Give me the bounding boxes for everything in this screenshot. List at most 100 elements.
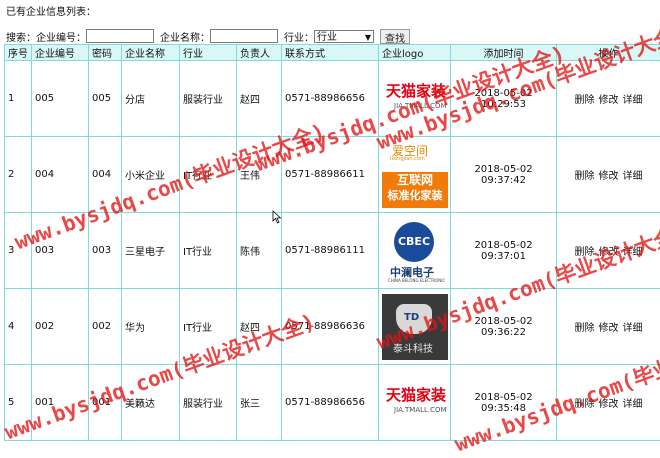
tmall-logo-text: 天猫家装 — [386, 80, 446, 101]
cell-date: 2018-05-02 — [454, 164, 553, 175]
cell-pwd: 003 — [89, 213, 122, 289]
industry-select-value: 行业 — [317, 32, 337, 43]
td-logo-text: 泰斗科技 — [393, 340, 433, 355]
edit-link[interactable]: 修改 — [599, 323, 619, 334]
company-table: 序号 企业编号 密码 企业名称 行业 负责人 联系方式 企业logo 添加时间 … — [4, 44, 660, 441]
cell-owner: 赵四 — [237, 289, 282, 365]
industry-select[interactable]: 行业 ▼ — [314, 30, 374, 43]
cell-date: 2018-05-02 — [454, 392, 553, 403]
search-button[interactable]: 查找 — [380, 29, 410, 44]
cell-phone: 0571-88986636 — [282, 289, 379, 365]
cell-clock: 09:36:22 — [454, 327, 553, 338]
header-idx: 序号 — [5, 45, 32, 61]
aikongjian-logo-line2: 标准化家装 — [382, 188, 448, 204]
cell-industry: IT行业 — [180, 137, 237, 213]
code-input[interactable] — [86, 29, 154, 43]
cell-ops: 删除修改详细 — [557, 137, 660, 213]
cell-ops: 删除修改详细 — [557, 365, 660, 441]
detail-link[interactable]: 详细 — [623, 247, 643, 258]
cell-idx: 2 — [5, 137, 32, 213]
cell-name: 三星电子 — [122, 213, 180, 289]
delete-link[interactable]: 删除 — [575, 247, 595, 258]
detail-link[interactable]: 详细 — [623, 171, 643, 182]
cell-idx: 3 — [5, 213, 32, 289]
detail-link[interactable]: 详细 — [623, 95, 643, 106]
cell-ops: 删除修改详细 — [557, 289, 660, 365]
table-row: 4 002 002 华为 IT行业 赵四 0571-88986636 TD 泰斗… — [5, 289, 660, 365]
cell-phone: 0571-88986111 — [282, 213, 379, 289]
cell-clock: 09:35:48 — [454, 403, 553, 414]
header-industry: 行业 — [180, 45, 237, 61]
cell-idx: 5 — [5, 365, 32, 441]
edit-link[interactable]: 修改 — [599, 171, 619, 182]
delete-link[interactable]: 删除 — [575, 399, 595, 410]
cell-ops: 删除修改详细 — [557, 61, 660, 137]
cell-code: 005 — [32, 61, 89, 137]
cell-code: 001 — [32, 365, 89, 441]
td-logo: TD 泰斗科技 — [382, 294, 448, 360]
cbec-logo: CBEC 中澜电子 CHINA BELONG ELECTRONIC — [382, 218, 448, 284]
cell-time: 2018-05-02 09:37:42 — [451, 137, 557, 213]
header-time: 添加时间 — [451, 45, 557, 61]
page-title: 已有企业信息列表： — [6, 6, 96, 20]
tmall-logo-text: 天猫家装 — [386, 384, 446, 405]
cell-ops: 删除修改详细 — [557, 213, 660, 289]
cell-idx: 4 — [5, 289, 32, 365]
header-code: 企业编号 — [32, 45, 89, 61]
aikongjian-logo-sub: ikongjian.com — [390, 156, 425, 162]
cell-phone: 0571-88986656 — [282, 365, 379, 441]
cell-clock: 10:29:53 — [454, 99, 553, 110]
cell-date: 2018-05-02 — [454, 316, 553, 327]
cell-idx: 1 — [5, 61, 32, 137]
cbec-logo-circle: CBEC — [394, 222, 434, 262]
cell-name: 华为 — [122, 289, 180, 365]
cell-pwd: 001 — [89, 365, 122, 441]
header-pwd: 密码 — [89, 45, 122, 61]
cell-pwd: 004 — [89, 137, 122, 213]
header-ops: 操作 — [557, 45, 660, 61]
td-logo-mark: TD — [404, 312, 419, 323]
cell-pwd: 002 — [89, 289, 122, 365]
delete-link[interactable]: 删除 — [575, 323, 595, 334]
delete-link[interactable]: 删除 — [575, 95, 595, 106]
cell-time: 2018-05-02 09:36:22 — [451, 289, 557, 365]
header-phone: 联系方式 — [282, 45, 379, 61]
cell-phone: 0571-88986656 — [282, 61, 379, 137]
edit-link[interactable]: 修改 — [599, 399, 619, 410]
aikongjian-logo: 爱空间 ikongjian.com 互联网 标准化家装 — [382, 142, 448, 208]
table-row: 1 005 005 分店 服装行业 赵四 0571-88986656 天猫家装 … — [5, 61, 660, 137]
detail-link[interactable]: 详细 — [623, 323, 643, 334]
detail-link[interactable]: 详细 — [623, 399, 643, 410]
search-label: 搜索： — [6, 29, 36, 44]
edit-link[interactable]: 修改 — [599, 95, 619, 106]
cell-owner: 张三 — [237, 365, 282, 441]
tmall-logo: 天猫家装 JIA.TMALL.COM — [382, 66, 448, 132]
aikongjian-logo-line1: 互联网 — [382, 172, 448, 188]
cbec-logo-en: CHINA BELONG ELECTRONIC — [388, 278, 445, 283]
cell-time: 2018-05-02 10:29:53 — [451, 61, 557, 137]
cell-name: 美籁达 — [122, 365, 180, 441]
name-input[interactable] — [210, 29, 278, 43]
delete-link[interactable]: 删除 — [575, 171, 595, 182]
cell-logo: CBEC 中澜电子 CHINA BELONG ELECTRONIC — [379, 213, 451, 289]
edit-link[interactable]: 修改 — [599, 247, 619, 258]
td-logo-emblem: TD — [396, 304, 432, 334]
cell-logo: TD 泰斗科技 — [379, 289, 451, 365]
table-row: 3 003 003 三星电子 IT行业 陈伟 0571-88986111 CBE… — [5, 213, 660, 289]
cell-code: 003 — [32, 213, 89, 289]
cell-logo: 爱空间 ikongjian.com 互联网 标准化家装 — [379, 137, 451, 213]
cell-code: 004 — [32, 137, 89, 213]
cell-clock: 09:37:01 — [454, 251, 553, 262]
cell-owner: 赵四 — [237, 61, 282, 137]
tmall-logo: 天猫家装 JIA.TMALL.COM — [382, 370, 448, 436]
table-row: 5 001 001 美籁达 服装行业 张三 0571-88986656 天猫家装… — [5, 365, 660, 441]
cell-code: 002 — [32, 289, 89, 365]
cell-owner: 王伟 — [237, 137, 282, 213]
cell-time: 2018-05-02 09:37:01 — [451, 213, 557, 289]
cell-date: 2018-05-02 — [454, 88, 553, 99]
cell-industry: 服装行业 — [180, 61, 237, 137]
cell-logo: 天猫家装 JIA.TMALL.COM — [379, 61, 451, 137]
code-label: 企业编号： — [36, 29, 86, 44]
industry-label: 行业： — [284, 29, 314, 44]
search-bar: 搜索： 企业编号： 企业名称： 行业： 行业 ▼ 查找 — [6, 28, 410, 44]
